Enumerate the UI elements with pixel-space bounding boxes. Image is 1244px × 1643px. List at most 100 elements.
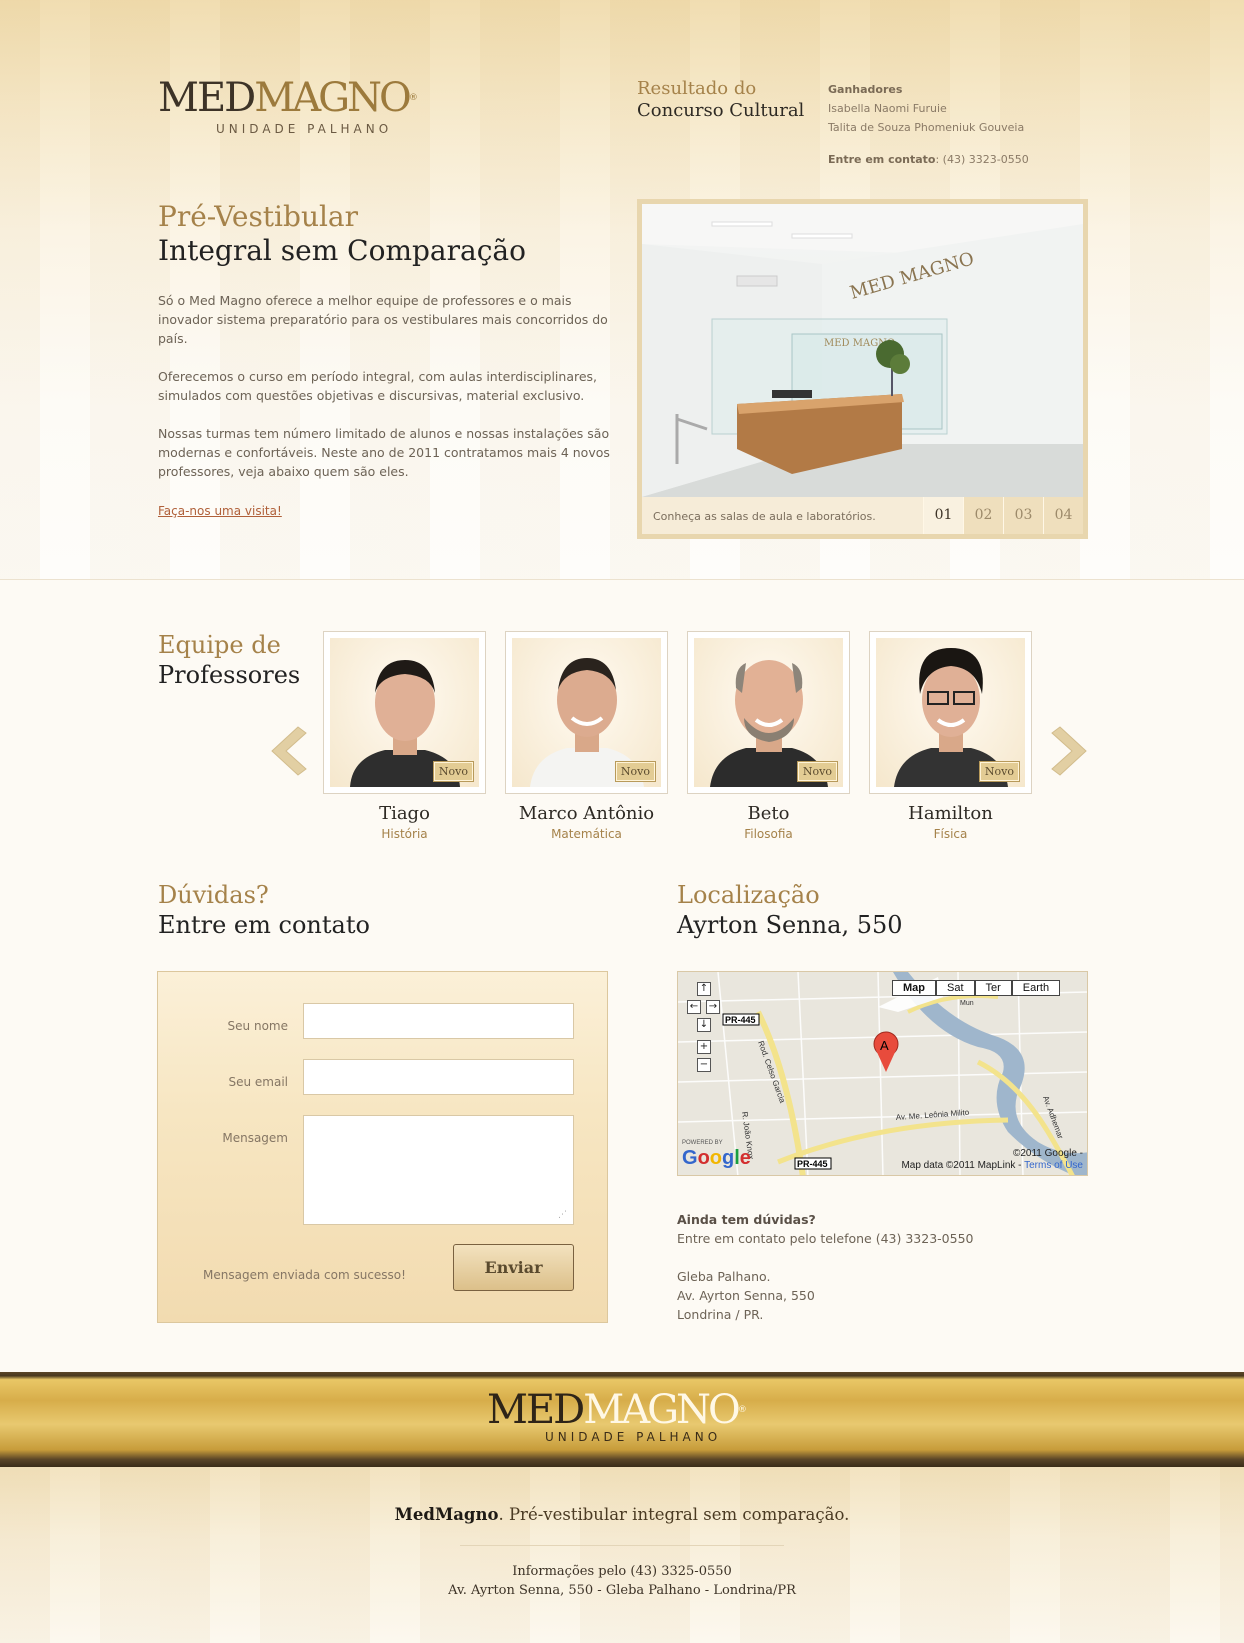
winner-name: Talita de Souza Phomeniuk Gouveia — [828, 121, 1025, 134]
footer-tagline: MedMagno. Pré-vestibular integral sem co… — [0, 1505, 1244, 1524]
name-input[interactable] — [303, 1003, 574, 1039]
map-type-earth[interactable]: Earth — [1011, 980, 1061, 996]
pan-left-icon[interactable]: ← — [687, 1000, 701, 1014]
professor-photo-frame: Novo — [869, 631, 1032, 794]
slide-tab-02[interactable]: 02 — [963, 497, 1003, 534]
medmagno-logo[interactable]: MEDMAGNO® UNIDADE PALHANO — [158, 76, 448, 136]
name-label: Seu nome — [227, 1019, 288, 1033]
location-question: Ainda tem dúvidas? — [677, 1212, 816, 1227]
professor-photo-frame: Novo — [687, 631, 850, 794]
map-road-label: PR-445 — [725, 1015, 756, 1025]
carousel-next-arrow-icon[interactable] — [1050, 725, 1090, 777]
new-badge: Novo — [978, 761, 1021, 782]
pan-up-icon[interactable]: ↑ — [697, 982, 711, 996]
location-title: Localização Ayrton Senna, 550 — [677, 880, 903, 940]
professor-photo-frame: Novo — [505, 631, 668, 794]
contact-title-line2: Entre em contato — [158, 911, 370, 939]
map-copyright: ©2011 Google - — [1012, 1148, 1083, 1159]
professor-name: Hamilton — [908, 803, 993, 824]
professor-name: Marco Antônio — [518, 803, 655, 824]
email-input[interactable] — [303, 1059, 574, 1095]
footer-logo-med: MED — [487, 1387, 585, 1433]
professor-card-tiago[interactable]: Novo Tiago História — [323, 631, 486, 841]
location-title-line2: Ayrton Senna, 550 — [677, 911, 903, 939]
powered-by-label: POWERED BY — [682, 1140, 723, 1146]
logo-subtitle: UNIDADE PALHANO — [216, 122, 393, 136]
intro-paragraph: Nossas turmas tem número limitado de alu… — [158, 426, 610, 479]
footer-info-phone: Informações pelo (43) 3325-0550 — [512, 1564, 732, 1579]
footer-info-address: Av. Ayrton Senna, 550 - Gleba Palhano - … — [448, 1583, 796, 1598]
new-badge: Novo — [796, 761, 839, 782]
footer-tagline-text: . Pré-vestibular integral sem comparação… — [498, 1505, 850, 1524]
contest-result-line1: Resultado do — [637, 78, 757, 99]
professor-photo: Novo — [330, 638, 479, 787]
contact-title: Dúvidas? Entre em contato — [158, 880, 370, 940]
zoom-out-icon[interactable]: − — [697, 1058, 711, 1072]
footer-info: Informações pelo (43) 3325-0550 Av. Ayrt… — [0, 1562, 1244, 1600]
professor-subject: Física — [933, 827, 968, 841]
send-status: Mensagem enviada com sucesso! — [203, 1268, 406, 1282]
address-line: Londrina / PR. — [677, 1307, 764, 1322]
carousel-prev-arrow-icon[interactable] — [268, 725, 308, 777]
professor-photo: Novo — [876, 638, 1025, 787]
intro-title-line1: Pré-Vestibular — [158, 200, 359, 233]
header-contact-label: Entre em contato — [828, 153, 936, 166]
slide-tabs: 01 02 03 04 — [923, 497, 1083, 534]
footer-logo[interactable]: MEDMAGNO® UNIDADE PALHANO — [487, 1388, 777, 1444]
slide-tab-04[interactable]: 04 — [1043, 497, 1083, 534]
professor-subject: Matemática — [551, 827, 622, 841]
professor-card-beto[interactable]: Novo Beto Filosofia — [687, 631, 850, 841]
professor-card-marco-antonio[interactable]: Novo Marco Antônio Matemática — [505, 631, 668, 841]
message-label: Mensagem — [222, 1131, 288, 1145]
footer-divider — [460, 1545, 784, 1546]
map-type-map[interactable]: Map — [892, 980, 936, 996]
header-contact-phone: : (43) 3323-0550 — [935, 153, 1029, 166]
location-map[interactable]: PR-445 Rod. Celso Garcia R. João Knox Av… — [677, 971, 1088, 1176]
zoom-in-icon[interactable]: + — [697, 1040, 711, 1054]
email-label: Seu email — [228, 1075, 288, 1089]
location-info: Ainda tem dúvidas? Entre em contato pelo… — [677, 1210, 974, 1324]
intro-paragraph: Oferecemos o curso em período integral, … — [158, 369, 598, 403]
map-terms-link[interactable]: Terms of Use — [1024, 1160, 1083, 1171]
intro-title-line2: Integral sem Comparação — [158, 234, 526, 267]
slide-tab-03[interactable]: 03 — [1003, 497, 1043, 534]
professor-name: Tiago — [379, 803, 430, 824]
pan-down-icon[interactable]: ↓ — [697, 1018, 711, 1032]
location-title-line1: Localização — [677, 881, 820, 909]
professors-title: Equipe de Professores — [158, 630, 300, 690]
resize-grip-icon[interactable]: ⋰ — [558, 1210, 567, 1220]
location-phone: Entre em contato pelo telefone (43) 3323… — [677, 1231, 974, 1246]
contact-title-line1: Dúvidas? — [158, 881, 269, 909]
professor-subject: História — [381, 827, 428, 841]
message-textarea[interactable]: ⋰ — [303, 1115, 574, 1225]
professors-title-line1: Equipe de — [158, 631, 281, 659]
slide-tab-01[interactable]: 01 — [923, 497, 963, 534]
map-type-sat[interactable]: Sat — [936, 980, 975, 996]
intro-text: Só o Med Magno oferece a melhor equipe d… — [158, 291, 610, 500]
winner-name: Isabella Naomi Furuie — [828, 102, 947, 115]
send-button[interactable]: Enviar — [453, 1244, 574, 1291]
new-badge: Novo — [614, 761, 657, 782]
slideshow-bar: Conheça as salas de aula e laboratórios.… — [642, 497, 1083, 534]
slideshow: MED MAGNO MED MAGNO Conheça as salas de … — [637, 199, 1088, 539]
visit-link[interactable]: Faça-nos uma visita! — [158, 504, 282, 518]
logo-magno: MAGNO — [254, 75, 412, 121]
winners-heading: Ganhadores — [828, 83, 903, 96]
logo-registered: ® — [408, 93, 418, 103]
professor-photo: Novo — [694, 638, 843, 787]
map-type-ter[interactable]: Ter — [974, 980, 1012, 996]
professors-title-line2: Professores — [158, 661, 301, 689]
pan-right-icon[interactable]: → — [706, 1000, 720, 1014]
map-attribution: ©2011 Google - Map data ©2011 MapLink - … — [901, 1148, 1083, 1172]
professor-card-hamilton[interactable]: Novo Hamilton Física — [869, 631, 1032, 841]
slide-image-reception: MED MAGNO MED MAGNO — [642, 204, 1083, 497]
contact-form: Seu nome Seu email Mensagem ⋰ Mensagem e… — [157, 971, 608, 1323]
footer-brand: MedMagno — [394, 1505, 499, 1524]
map-road-label: PR-445 — [797, 1159, 828, 1169]
professor-photo: Novo — [512, 638, 661, 787]
google-logo[interactable]: POWERED BY Google — [682, 1140, 751, 1169]
address-line: Av. Ayrton Senna, 550 — [677, 1288, 815, 1303]
contest-result-title[interactable]: Resultado do Concurso Cultural — [637, 78, 804, 122]
address-line: Gleba Palhano. — [677, 1269, 771, 1284]
intro-title: Pré-Vestibular Integral sem Comparação — [158, 200, 526, 268]
